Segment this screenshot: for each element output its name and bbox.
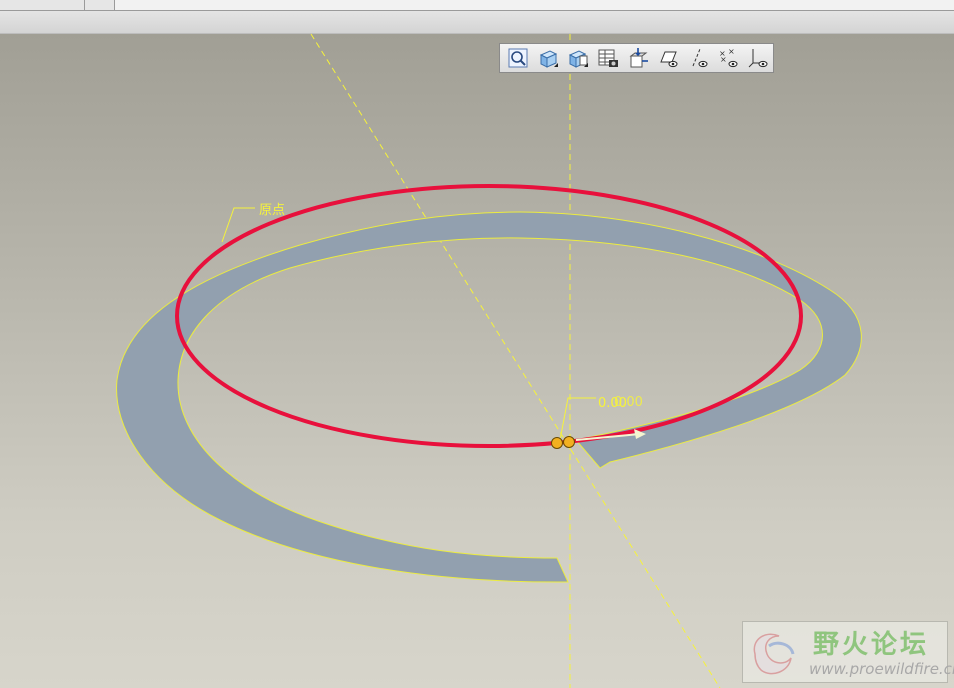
coordinate-system-display-button[interactable] <box>743 45 773 71</box>
layer-table-button[interactable] <box>593 45 623 71</box>
repaint-icon <box>629 48 648 68</box>
view-orient-button[interactable] <box>533 45 563 71</box>
datum-axis-diagonal[interactable] <box>310 33 721 688</box>
ring-part[interactable] <box>116 211 862 583</box>
watermark-url: www.proewildfire.cn <box>809 660 954 678</box>
zoom-button[interactable] <box>503 45 533 71</box>
layer-table-icon <box>598 49 618 67</box>
drag-handle-left[interactable] <box>551 437 563 449</box>
view-toolbar: × × × <box>499 43 774 73</box>
datum-point-display-button[interactable]: × × × <box>713 45 743 71</box>
coordinate-system-display-icon <box>748 49 768 68</box>
svg-text:×: × <box>728 47 735 56</box>
forum-watermark: 野火论坛 www.proewildfire.cn <box>742 621 954 683</box>
watermark-title: 野火论坛 <box>813 630 930 660</box>
named-views-icon <box>568 50 588 68</box>
repaint-button[interactable] <box>623 45 653 71</box>
flame-logo-icon <box>753 633 795 675</box>
model-scene: 原点 0.00 0.00 <box>116 33 862 688</box>
datum-axis-display-icon <box>692 48 708 68</box>
dimension-leader-line <box>559 397 596 441</box>
datum-plane-display-button[interactable] <box>653 45 683 71</box>
datum-point-display-icon: × × × <box>719 47 738 68</box>
datum-axis-display-button[interactable] <box>683 45 713 71</box>
zoom-icon <box>508 48 528 68</box>
origin-label[interactable]: 原点 <box>259 203 285 218</box>
svg-text:×: × <box>720 55 727 64</box>
dimension-value-b[interactable]: 0.00 <box>614 395 643 410</box>
named-views-button[interactable] <box>563 45 593 71</box>
datum-plane-display-icon <box>660 51 678 68</box>
view-orient-icon <box>539 50 558 68</box>
drag-handle-right[interactable] <box>563 436 575 448</box>
